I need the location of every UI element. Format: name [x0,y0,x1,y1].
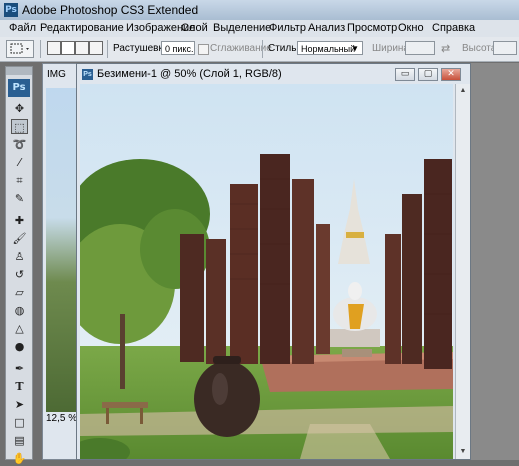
document-window[interactable]: Ps Безимени-1 @ 50% (Слой 1, RGB/8) ▭ ▢ … [76,63,471,460]
add-to-selection-icon[interactable] [61,41,75,55]
pen-tool-icon[interactable]: ✒ [11,361,28,376]
scroll-down-icon[interactable]: ▼ [458,447,468,457]
photoshop-logo-icon: Ps [4,3,18,17]
toolbox-ps-logo-icon: Ps [8,79,30,97]
height-input[interactable] [493,41,517,55]
hand-tool-icon[interactable]: ✋ [11,451,28,466]
photo-temple-ruins [80,84,453,459]
width-input[interactable] [405,41,435,55]
scroll-up-icon[interactable]: ▲ [458,86,468,96]
zoom-level[interactable]: 12,5 % [46,413,77,424]
menu-analysis[interactable]: Анализ [308,22,345,34]
style-select[interactable]: Нормальный ▼ [297,41,363,55]
app-title: Adobe Photoshop CS3 Extended [22,3,199,17]
options-bar: Растушевка: 0 пикс. Сглаживание Стиль: Н… [0,37,519,62]
document-title: Безимени-1 @ 50% (Слой 1, RGB/8) [97,68,282,80]
rectangle-shape-tool-icon[interactable]: □ [11,415,28,430]
tool-preset-picker[interactable] [6,40,34,58]
eraser-tool-icon[interactable]: ▱ [11,285,28,300]
chevron-down-icon: ▼ [351,44,359,53]
eyedropper-tool-icon[interactable]: ✎ [11,191,28,206]
healing-brush-tool-icon[interactable]: ✚ [11,213,28,228]
dodge-tool-icon[interactable]: ● [11,339,28,354]
blur-tool-icon[interactable]: △ [11,321,28,336]
menu-layer[interactable]: Слой [181,22,208,34]
background-document-image [46,88,80,412]
menu-filter[interactable]: Фильтр [269,22,306,34]
new-selection-icon[interactable] [47,41,61,55]
rect-marquee-icon [10,43,29,54]
background-document-title: IMG [47,69,66,80]
subtract-selection-icon[interactable] [75,41,89,55]
swap-width-height-icon[interactable]: ⇄ [441,42,450,55]
menu-file[interactable]: Файл [9,22,36,34]
menu-select[interactable]: Выделение [213,22,271,34]
magic-wand-tool-icon[interactable]: ⁄ [11,155,28,170]
close-button[interactable]: ✕ [441,68,461,81]
toolbox-panel: Ps ✥ ⬚ ➰ ⁄ ⌗ ✎ ✚ 🖌 ♙ ↺ ▱ ◍ △ ● ✒ T ➤ □ ▤… [5,66,33,465]
menu-bar: Файл Редактирование Изображение Слой Выд… [0,20,519,38]
menu-edit[interactable]: Редактирование [40,22,124,34]
menu-window[interactable]: Окно [398,22,424,34]
notes-tool-icon[interactable]: ▤ [11,433,28,448]
app-titlebar: Ps Adobe Photoshop CS3 Extended [0,0,519,20]
document-ps-icon: Ps [82,69,93,80]
feather-input[interactable]: 0 пикс. [161,41,195,55]
style-label: Стиль: [268,43,300,54]
style-select-value: Нормальный [301,44,356,54]
clone-stamp-tool-icon[interactable]: ♙ [11,249,28,264]
menu-view[interactable]: Просмотр [347,22,397,34]
antialias-checkbox[interactable] [198,44,209,55]
type-tool-icon[interactable]: T [11,379,28,394]
crop-tool-icon[interactable]: ⌗ [11,173,28,188]
document-canvas[interactable] [80,84,453,459]
history-brush-tool-icon[interactable]: ↺ [11,267,28,282]
menu-help[interactable]: Справка [432,22,475,34]
vertical-scrollbar[interactable]: ▲ ▼ [455,84,470,459]
toolbox-grip[interactable] [6,67,32,75]
paint-bucket-tool-icon[interactable]: ◍ [11,303,28,318]
workspace-background [471,63,519,460]
brush-tool-icon[interactable]: 🖌 [11,231,28,246]
marquee-tool-icon[interactable]: ⬚ [11,119,28,134]
move-tool-icon[interactable]: ✥ [11,101,28,116]
maximize-button[interactable]: ▢ [418,68,438,81]
lasso-tool-icon[interactable]: ➰ [11,137,28,152]
intersect-selection-icon[interactable] [89,41,103,55]
minimize-button[interactable]: ▭ [395,68,415,81]
path-selection-tool-icon[interactable]: ➤ [11,397,28,412]
